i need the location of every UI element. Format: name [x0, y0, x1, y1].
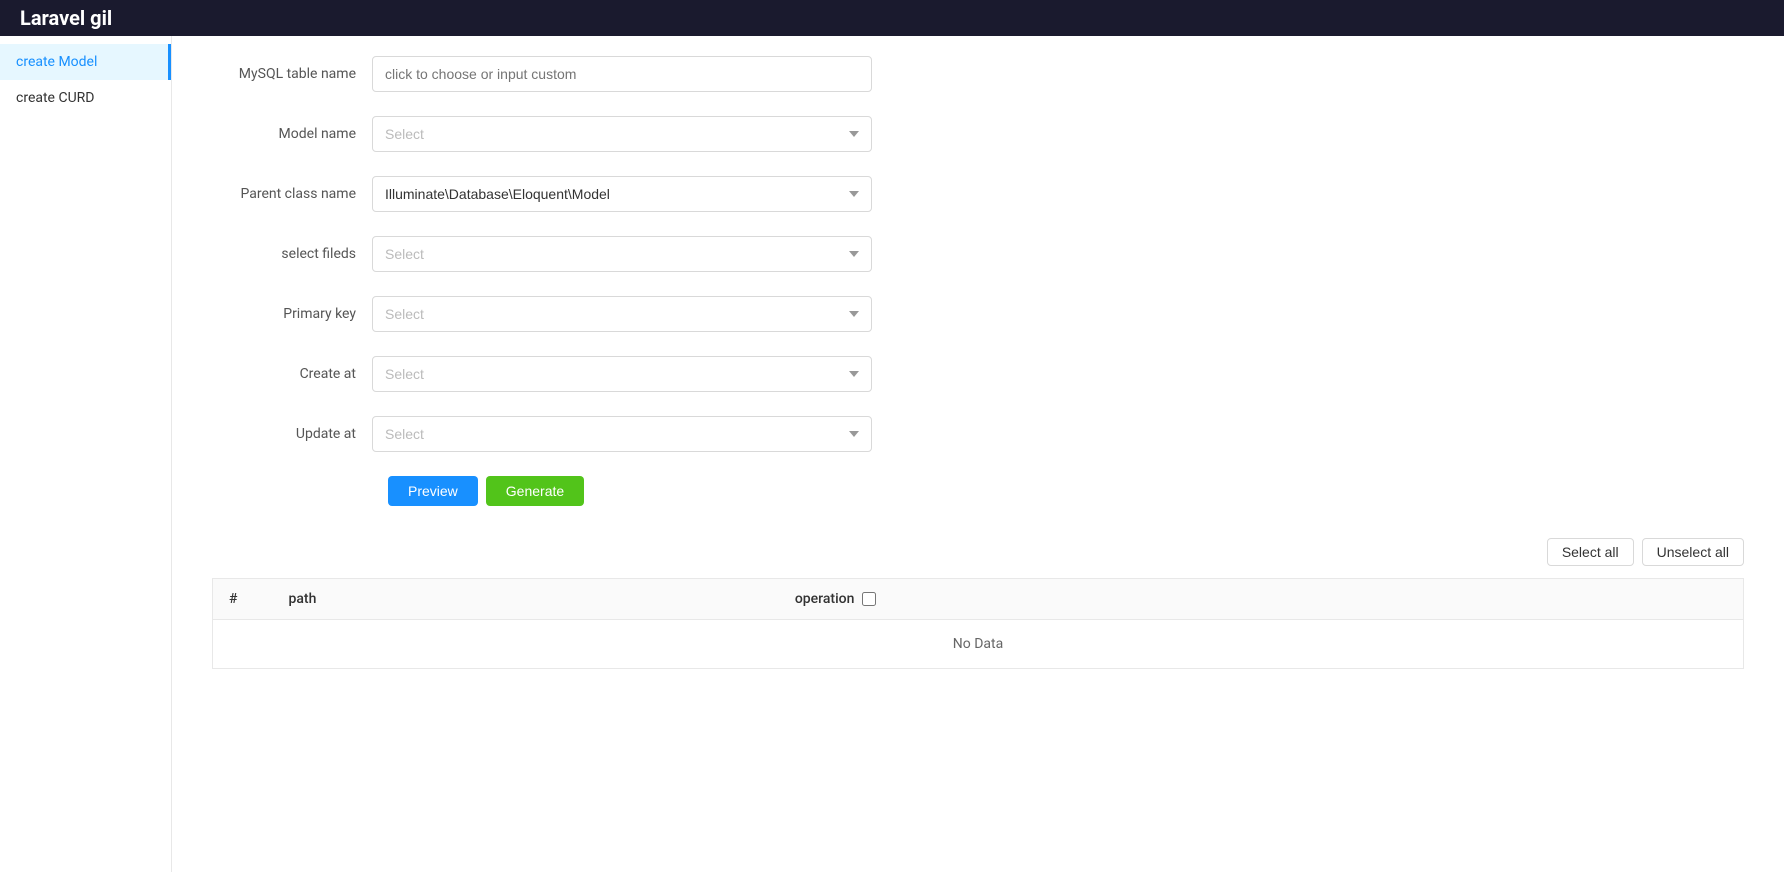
data-table: # path operation No Data: [212, 578, 1744, 669]
app-title: Laravel gil: [20, 6, 112, 30]
create-at-select[interactable]: Select: [372, 356, 872, 392]
unselect-all-button[interactable]: Unselect all: [1642, 538, 1744, 566]
table-section: Select all Unselect all # path operation: [212, 538, 1744, 669]
no-data-cell: No Data: [213, 620, 1744, 669]
create-at-row: Create at Select: [212, 356, 872, 392]
table-actions: Select all Unselect all: [212, 538, 1744, 566]
model-name-label: Model name: [212, 126, 372, 142]
mysql-table-name-label: MySQL table name: [212, 66, 372, 82]
primary-key-label: Primary key: [212, 306, 372, 322]
table-body: No Data: [213, 620, 1744, 669]
parent-class-name-select[interactable]: Illuminate\Database\Eloquent\Model: [372, 176, 872, 212]
form-section: MySQL table name Model name Select Paren…: [212, 56, 872, 506]
primary-key-row: Primary key Select: [212, 296, 872, 332]
app-header: Laravel gil: [0, 0, 1784, 36]
model-name-select[interactable]: Select: [372, 116, 872, 152]
sidebar-item-create-model[interactable]: create Model: [0, 44, 171, 80]
col-operation: operation: [779, 579, 1744, 620]
mysql-table-name-row: MySQL table name: [212, 56, 872, 92]
select-fields-select[interactable]: Select: [372, 236, 872, 272]
button-row: Preview Generate: [388, 476, 872, 506]
select-all-checkbox[interactable]: [862, 592, 876, 606]
main-layout: create Model create CURD MySQL table nam…: [0, 36, 1784, 872]
primary-key-select[interactable]: Select: [372, 296, 872, 332]
preview-button[interactable]: Preview: [388, 476, 478, 506]
select-fields-row: select fileds Select: [212, 236, 872, 272]
select-fields-label: select fileds: [212, 246, 372, 262]
sidebar-item-create-curd[interactable]: create CURD: [0, 80, 171, 116]
select-all-button[interactable]: Select all: [1547, 538, 1634, 566]
generate-button[interactable]: Generate: [486, 476, 584, 506]
update-at-label: Update at: [212, 426, 372, 442]
mysql-table-name-input[interactable]: [372, 56, 872, 92]
col-hash: #: [213, 579, 273, 620]
no-data-row: No Data: [213, 620, 1744, 669]
create-at-label: Create at: [212, 366, 372, 382]
update-at-select[interactable]: Select: [372, 416, 872, 452]
update-at-row: Update at Select: [212, 416, 872, 452]
col-path: path: [273, 579, 779, 620]
sidebar: create Model create CURD: [0, 36, 172, 872]
main-content: MySQL table name Model name Select Paren…: [172, 36, 1784, 872]
parent-class-name-row: Parent class name Illuminate\Database\El…: [212, 176, 872, 212]
model-name-row: Model name Select: [212, 116, 872, 152]
table-header-row: # path operation: [213, 579, 1744, 620]
parent-class-name-label: Parent class name: [212, 186, 372, 202]
